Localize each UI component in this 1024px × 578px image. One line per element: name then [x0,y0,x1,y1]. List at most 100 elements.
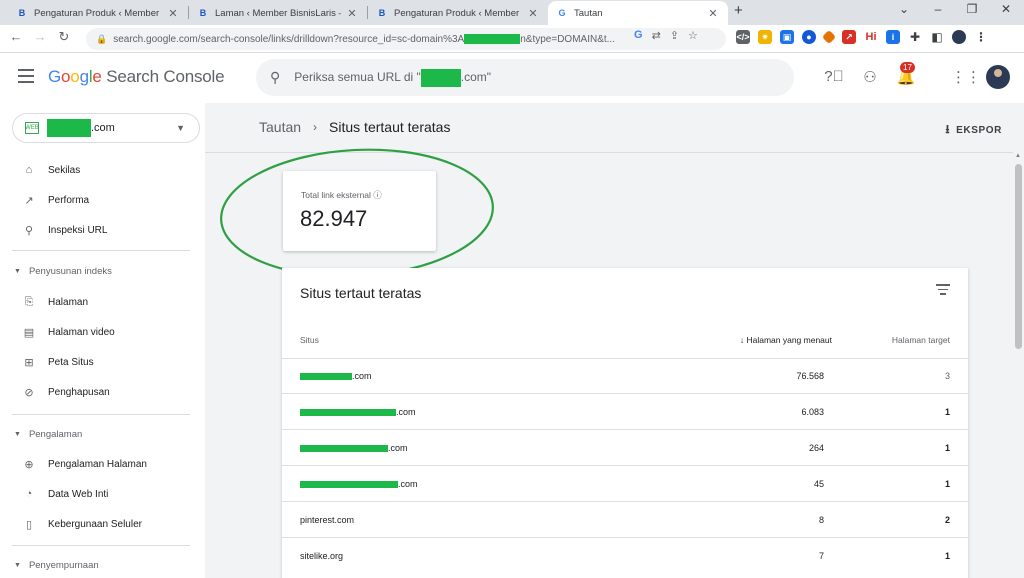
sidebar-item-kebergunaan-seluler[interactable]: ▯ Kebergunaan Seluler [0,512,205,536]
site-cell: .com [300,371,372,381]
site-cell: sitelike.org [300,551,344,561]
sidebar-item-penghapusan[interactable]: ⊘ Penghapusan [0,380,205,404]
bookmark-star-icon[interactable]: ☆ [688,29,698,42]
linking-pages-cell: 7 [818,551,824,561]
sidebar-item-performa[interactable]: ↗ Performa [0,188,205,212]
tab-search-chevron-icon[interactable]: ⌄ [894,2,914,16]
table-row[interactable]: .com 264 1 [282,430,968,466]
sidebar-item-label: Performa [48,194,90,206]
google-lens-icon[interactable]: G [634,29,643,42]
redaction-mark [300,445,388,453]
hi-extension-icon[interactable]: Hi [864,30,878,44]
table-row[interactable]: .com 6.083 1 [282,394,968,430]
column-header-linking-pages[interactable]: ↓ Halaman yang menaut [712,335,832,345]
address-bar[interactable]: 🔒 search.google.com/search-console/links… [86,28,726,50]
tab-title: Pengaturan Produk ‹ Member Bi [34,7,162,19]
table-row[interactable]: .com 76.568 3 [282,358,968,394]
scrollbar-thumb[interactable] [1015,164,1022,349]
dropper-extension-icon[interactable]: i [886,30,900,44]
profile-avatar-icon[interactable] [952,30,966,44]
pdf-extension-icon[interactable]: ↗ [842,30,856,44]
account-avatar[interactable] [986,65,1010,89]
close-icon[interactable]: ✕ [526,7,540,20]
side-panel-icon[interactable]: ◧ [930,30,944,44]
browser-toolbar: ← → ↻ 🔒 search.google.com/search-console… [0,25,1024,53]
sidebar-item-label: Kebergunaan Seluler [48,518,142,530]
section-penyempurnaan[interactable]: ▼ Penyempurnaan [0,555,205,575]
scroll-up-icon[interactable]: ▲ [1015,153,1021,159]
minimize-icon[interactable]: – [928,2,948,16]
phone-icon: ▯ [25,518,33,531]
browser-tab-active[interactable]: G Tautan ✕ [548,1,728,25]
collapse-triangle-icon: ▼ [14,267,21,275]
window-close-icon[interactable]: ✕ [996,2,1016,16]
section-label: Pengalaman [28,428,83,440]
breadcrumb-root[interactable]: Tautan [259,119,301,135]
linking-pages-cell: 76.568 [796,371,824,381]
target-pages-cell: 3 [944,371,950,381]
browser-tab-3[interactable]: B Pengaturan Produk ‹ Member Bi ✕ [368,1,548,25]
gear-extension-icon[interactable]: ✷ [758,30,772,44]
globe-extension-icon[interactable]: ● [802,30,816,44]
sidebar-item-halaman[interactable]: ⎘ Halaman [0,290,205,314]
restore-icon[interactable]: ❐ [962,2,982,16]
forward-arrow-icon[interactable]: → [30,29,50,44]
browser-tab-1[interactable]: B Pengaturan Produk ‹ Member Bi ✕ [8,1,188,25]
screen-extension-icon[interactable]: ▣ [780,30,794,44]
sidebar-item-label: Peta Situs [48,356,94,368]
apps-grid-icon[interactable]: ⋮⋮⋮ [951,68,996,86]
section-penyusunan-indeks[interactable]: ▼ Penyusunan indeks [0,261,205,281]
browser-menu-icon[interactable]: ⋮ [974,30,988,44]
gauge-icon: ◔ [25,488,33,500]
sidebar-item-sekilas[interactable]: ⌂ Sekilas [0,158,205,182]
site-cell: .com [300,479,418,489]
column-header-target-pages[interactable]: Halaman target [862,335,950,345]
share-icon[interactable]: ⇪ [670,29,679,42]
redaction-mark [300,409,396,417]
table-row[interactable]: pinterest.com 8 2 [282,502,968,538]
sidebar-item-peta-situs[interactable]: ⊞ Peta Situs [0,350,205,374]
section-pengalaman[interactable]: ▼ Pengalaman [0,424,205,444]
chevron-right-icon: › [313,120,318,134]
reload-icon[interactable]: ↻ [54,29,74,45]
tab-title: Pengaturan Produk ‹ Member Bi [394,7,522,19]
extensions-bar: </> ✷ ▣ ● ↗ Hi i ✚ ◧ ⋮ [736,29,988,45]
bisnislaris-favicon-icon: B [378,8,386,18]
search-icon: ⚲ [24,224,34,237]
column-header-situs[interactable]: Situs [300,335,319,345]
scrollbar[interactable]: ▲ [1013,152,1024,578]
url-inspection-search[interactable]: ⚲ Periksa semua URL di " .com" [256,59,794,96]
puzzle-extensions-icon[interactable]: ✚ [908,30,922,44]
export-label: EKSPOR [956,125,1002,136]
code-extension-icon[interactable]: </> [736,30,750,44]
user-settings-icon[interactable]: ⚇ [859,68,881,86]
filter-icon[interactable] [936,284,950,298]
new-tab-plus-icon[interactable]: + [734,2,743,19]
close-icon[interactable]: ✕ [345,7,359,20]
sidebar-item-inspeksi-url[interactable]: ⚲ Inspeksi URL [0,218,205,242]
close-icon[interactable]: ✕ [706,7,720,20]
chevron-down-icon: ▼ [176,123,185,133]
bisnislaris-favicon-icon: B [18,8,26,18]
diamond-extension-icon[interactable] [821,29,837,45]
sidebar-item-data-web-inti[interactable]: ◔ Data Web Inti [0,482,205,506]
browser-tab-2[interactable]: B Laman ‹ Member BisnisLaris — W ✕ [189,1,367,25]
translate-icon[interactable]: ⇄ [652,29,661,42]
trending-up-icon: ↗ [24,194,34,207]
export-button[interactable]: ⭳ EKSPOR [945,120,1002,141]
search-console-logo[interactable]: Google Search Console [48,67,225,87]
arrow-down-icon: ↓ [739,335,745,345]
divider [12,414,190,415]
back-arrow-icon[interactable]: ← [6,29,26,44]
notification-count-badge: 17 [900,62,915,73]
omnibox-actions: G ⇄ ⇪ ☆ [634,29,698,42]
property-selector[interactable]: WEB .com ▼ [12,113,200,143]
close-icon[interactable]: ✕ [166,7,180,20]
sidebar-nav: WEB .com ▼ ⌂ Sekilas ↗ Performa ⚲ Inspek… [0,103,205,578]
menu-icon[interactable] [18,69,34,83]
table-row[interactable]: .com 45 1 [282,466,968,502]
help-icon[interactable]: ?⃝ [823,68,845,85]
table-row[interactable]: sitelike.org 7 1 [282,538,968,574]
sidebar-item-halaman-video[interactable]: ▤ Halaman video [0,320,205,344]
sidebar-item-pengalaman-halaman[interactable]: ⊕ Pengalaman Halaman [0,452,205,476]
